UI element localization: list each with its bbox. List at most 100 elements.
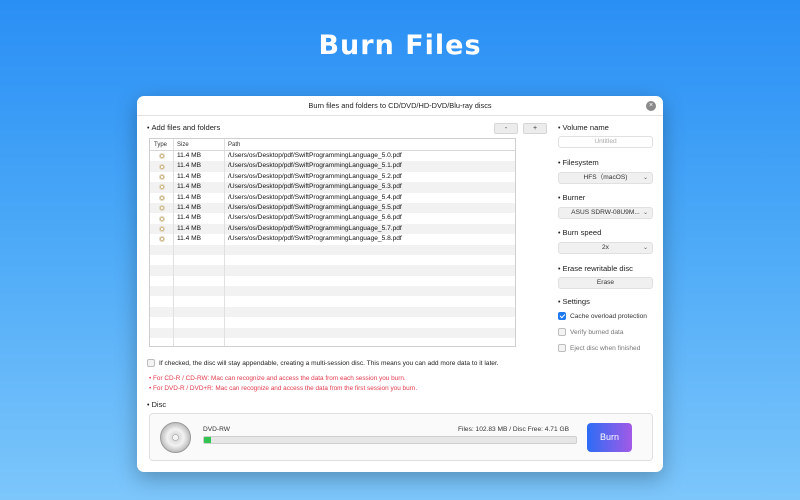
disc-file-icon [158,163,165,170]
cell-type [150,327,174,339]
cell-path [225,286,515,296]
appendable-text: If checked, the disc will stay appendabl… [159,359,499,367]
close-icon[interactable]: × [646,101,656,111]
cell-size [174,317,225,328]
cell-path: /Users/os/Desktop/pdf/SwiftProgrammingLa… [228,152,402,159]
column-header-size[interactable]: Size [174,139,225,150]
burner-select[interactable]: ASUS SDRW-08U9M... ⌄ [558,207,653,219]
note-cd: • For CD-R / CD-RW: Mac can recognize an… [149,375,406,382]
cell-type [150,213,174,224]
burn-window: Burn files and folders to CD/DVD/HD-DVD/… [137,96,663,472]
disc-info: Files: 102.83 MB / Disc Free: 4.71 GB [457,426,569,433]
cell-type [150,223,174,235]
table-row[interactable] [150,275,515,287]
table-row[interactable]: 11.4 MB/Users/os/Desktop/pdf/SwiftProgra… [150,161,515,172]
file-table[interactable]: Type Size Path 11.4 MB/Users/os/Desktop/… [149,138,516,347]
cell-size: 11.4 MB [174,161,225,172]
cell-size [174,327,225,339]
cell-path: /Users/os/Desktop/pdf/SwiftProgrammingLa… [228,224,402,232]
disc-file-icon [158,205,165,212]
eject-disc-checkbox[interactable] [558,344,566,352]
cell-type [150,265,174,276]
verify-data-label: Verify burned data [570,328,624,336]
table-row[interactable]: 11.4 MB/Users/os/Desktop/pdf/SwiftProgra… [150,151,515,162]
volume-name-label: • Volume name [558,123,609,132]
table-row[interactable]: 11.4 MB/Users/os/Desktop/pdf/SwiftProgra… [150,192,515,203]
table-header: Type Size Path [150,139,515,151]
table-row[interactable]: 11.4 MB/Users/os/Desktop/pdf/SwiftProgra… [150,223,515,235]
eject-disc-option[interactable]: Eject disc when finished [558,344,640,352]
hero-title: Burn Files [318,30,482,61]
table-row[interactable] [150,244,515,255]
column-header-type[interactable]: Type [150,139,174,150]
cell-type [150,161,174,172]
cell-size [174,338,225,346]
cell-path: /Users/os/Desktop/pdf/SwiftProgrammingLa… [228,193,402,201]
burn-speed-value: 2x [602,244,609,251]
disc-file-icon [158,173,165,180]
cell-type [150,338,174,346]
cell-type [150,171,174,183]
cell-size: 11.4 MB [174,192,225,203]
table-row[interactable]: 11.4 MB/Users/os/Desktop/pdf/SwiftProgra… [150,182,515,193]
cell-path [225,317,515,327]
eject-disc-label: Eject disc when finished [570,344,641,352]
cell-size: 11.4 MB [174,151,225,162]
cell-size: 11.4 MB [174,234,225,245]
cell-path [225,276,515,286]
table-row[interactable] [150,296,515,307]
disc-file-icon [158,215,165,222]
cell-size [174,254,225,266]
burner-label: • Burner [558,193,586,202]
cell-path [225,338,515,346]
settings-label: • Settings [558,297,590,306]
table-row[interactable]: 11.4 MB/Users/os/Desktop/pdf/SwiftProgra… [150,234,515,245]
cell-size: 11.4 MB [174,171,225,183]
disc-file-icon [158,194,165,201]
table-row[interactable]: 11.4 MB/Users/os/Desktop/pdf/SwiftProgra… [150,202,515,214]
table-row[interactable] [150,254,515,266]
cache-protection-option[interactable]: Cache overload protection [558,312,647,320]
disc-file-icon [158,153,165,160]
chevron-updown-icon: ⌄ [642,175,648,181]
cell-type [150,182,174,193]
cell-type [150,306,174,318]
table-row[interactable]: 11.4 MB/Users/os/Desktop/pdf/SwiftProgra… [150,213,515,224]
cell-path: /Users/os/Desktop/pdf/SwiftProgrammingLa… [228,235,402,243]
cell-path: /Users/os/Desktop/pdf/SwiftProgrammingLa… [228,172,402,180]
table-row[interactable]: 11.4 MB/Users/os/Desktop/pdf/SwiftProgra… [150,171,515,183]
table-row[interactable] [150,286,515,297]
table-row[interactable] [150,338,515,346]
add-file-button[interactable]: + [523,123,547,134]
appendable-checkbox[interactable] [147,359,155,367]
remove-file-button[interactable]: - [494,123,518,134]
filesystem-select[interactable]: HFS（macOS) ⌄ [558,172,653,184]
disc-file-icon [158,184,165,191]
cell-path [225,245,515,255]
cell-path [225,296,515,306]
volume-name-input[interactable]: Untitled [558,136,653,148]
cell-size: 11.4 MB [174,182,225,193]
verify-data-option[interactable]: Verify burned data [558,328,624,336]
table-row[interactable] [150,306,515,318]
table-row[interactable] [150,317,515,328]
cell-path [225,328,515,338]
cell-size [174,275,225,287]
column-header-path[interactable]: Path [225,139,515,150]
table-row[interactable] [150,327,515,339]
cell-size: 11.4 MB [174,202,225,214]
cell-path: /Users/os/Desktop/pdf/SwiftProgrammingLa… [228,183,402,191]
table-row[interactable] [150,265,515,276]
verify-data-checkbox[interactable] [558,328,566,336]
disc-type: DVD-RW [203,426,230,433]
burn-button[interactable]: Burn [587,423,632,452]
cell-size [174,265,225,276]
cell-path [225,265,515,275]
appendable-option[interactable]: If checked, the disc will stay appendabl… [147,359,499,367]
cell-path [225,255,515,265]
cache-protection-checkbox[interactable] [558,312,566,320]
erase-button[interactable]: Erase [558,277,653,289]
disc-icon [160,422,191,453]
burn-speed-select[interactable]: 2x ⌄ [558,242,653,254]
cell-path [225,307,515,317]
